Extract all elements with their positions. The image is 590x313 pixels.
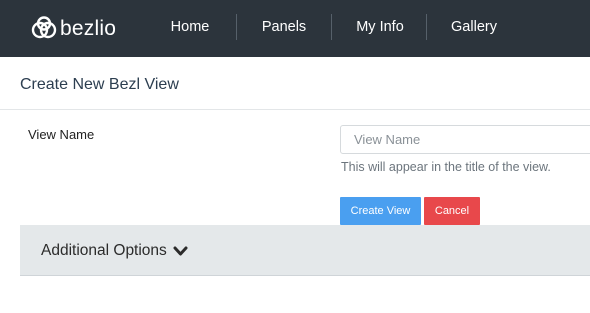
cancel-button[interactable]: Cancel [424, 197, 480, 225]
bezlio-logo[interactable]: bezlio [31, 14, 116, 42]
nav-divider [331, 14, 332, 40]
additional-options-label: Additional Options [41, 242, 167, 259]
brand-name: bezlio [60, 16, 117, 40]
view-name-label: View Name [28, 127, 95, 142]
page-header: Create New Bezl View [0, 57, 590, 110]
page-title: Create New Bezl View [20, 76, 179, 93]
additional-options-toggle[interactable]: Additional Options [20, 225, 590, 276]
nav-divider [236, 14, 237, 40]
nav-item-panels[interactable]: Panels [254, 0, 314, 57]
top-navbar: bezlio Home Panels My Info Gallery [0, 0, 590, 57]
bezlio-logo-icon [31, 16, 57, 39]
nav-item-gallery[interactable]: Gallery [444, 0, 504, 57]
create-view-button[interactable]: Create View [340, 197, 421, 225]
view-name-help-text: This will appear in the title of the vie… [341, 160, 551, 174]
nav-divider [426, 14, 427, 40]
chevron-down-icon [173, 246, 188, 256]
nav-item-home[interactable]: Home [160, 0, 220, 57]
view-name-input[interactable] [340, 125, 590, 154]
nav-item-my-info[interactable]: My Info [345, 0, 415, 57]
